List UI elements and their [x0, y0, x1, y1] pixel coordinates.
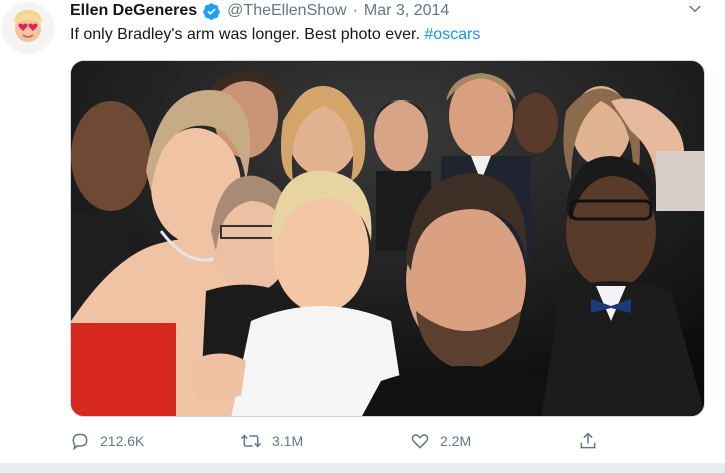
avatar-illustration: [2, 2, 54, 54]
tweet-date[interactable]: Mar 3, 2014: [364, 2, 449, 20]
feed-divider: [0, 463, 725, 473]
tweet-card[interactable]: Ellen DeGeneres @TheEllenShow · Mar 3, 2…: [0, 0, 725, 463]
meta-separator: ·: [352, 2, 358, 19]
heart-icon: [411, 434, 429, 449]
retweet-icon: [240, 434, 262, 448]
author-handle[interactable]: @TheEllenShow: [227, 2, 346, 20]
reply-count: 212.6K: [100, 433, 145, 449]
group-selfie-image: [71, 61, 704, 416]
share-upload-icon: [580, 432, 596, 449]
share-button[interactable]: [578, 428, 608, 454]
tweet-text: If only Bradley's arm was longer. Best p…: [70, 24, 480, 46]
hashtag-link[interactable]: #oscars: [424, 26, 480, 43]
like-count: 2.2M: [440, 433, 472, 449]
retweet-count: 3.1M: [272, 433, 304, 449]
chevron-down-icon[interactable]: [686, 0, 708, 18]
reply-button[interactable]: 212.6K: [70, 428, 144, 454]
retweet-button[interactable]: 3.1M: [240, 428, 303, 454]
tweet-actions: 212.6K 3.1M 2.2M: [70, 428, 610, 454]
tweet-header: Ellen DeGeneres @TheEllenShow · Mar 3, 2…: [70, 0, 449, 22]
tweet-body: If only Bradley's arm was longer. Best p…: [70, 26, 425, 43]
verified-badge-icon: [202, 2, 221, 21]
reply-bubble-icon: [72, 433, 88, 451]
author-avatar[interactable]: [2, 2, 54, 54]
like-button[interactable]: 2.2M: [410, 428, 471, 454]
author-name[interactable]: Ellen DeGeneres: [70, 2, 197, 20]
tweet-photo[interactable]: [70, 60, 705, 417]
